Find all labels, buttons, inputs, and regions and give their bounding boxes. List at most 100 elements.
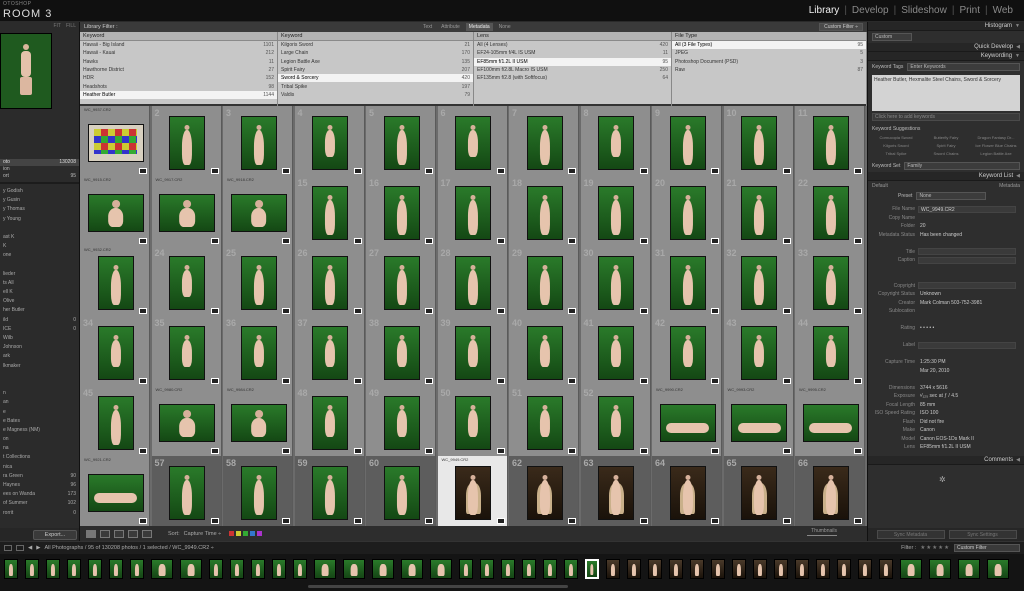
grid-cell[interactable]: 22 [795,176,865,247]
grid-cell[interactable]: 3 [223,106,293,177]
grid-cell[interactable]: WC_9980.CR2 [151,386,222,457]
grid-cell[interactable]: WC_9921.CR2 [80,456,150,527]
collection-item[interactable]: Haynes 96 [0,482,79,491]
photo-thumbnail[interactable] [169,256,206,310]
collection-item[interactable]: ast K [0,234,79,243]
filter-tab-text[interactable]: Text [420,23,435,31]
grid-cell[interactable]: 49 [366,386,436,457]
filmstrip-thumbnail[interactable] [314,559,336,579]
export-button[interactable]: Export... [33,529,77,540]
filmstrip-thumbnail[interactable] [459,559,473,579]
grid-cell[interactable]: 24 [151,246,222,317]
collection-item[interactable]: an [0,399,79,408]
grid-cell[interactable]: 9 [652,106,722,177]
photo-thumbnail[interactable] [169,466,206,520]
grid-cell[interactable]: WC_9984.CR2 [223,386,293,457]
filmstrip-thumbnail[interactable] [272,559,286,579]
photo-thumbnail[interactable] [526,256,563,310]
photo-thumbnail[interactable] [87,124,144,162]
filter-row[interactable]: Spirit Fairy 207 [278,66,473,74]
filter-row[interactable]: Hawks 11 [80,58,277,66]
collection-item[interactable]: Wilb [0,335,79,344]
keyword-suggestion[interactable]: Dragon Fantasy Dr... [972,135,1020,140]
filmstrip-thumbnail[interactable] [543,559,557,579]
photo-thumbnail[interactable] [383,466,420,520]
photo-thumbnail[interactable] [598,116,635,170]
collection-item[interactable]: ell K [0,289,79,298]
filter-row[interactable]: Headshots 98 [80,82,277,90]
grid-cell[interactable]: 63 [580,456,651,527]
photo-thumbnail[interactable] [312,326,349,380]
color-label-swatch[interactable] [229,531,235,536]
filter-row[interactable]: All (3 File Types) 95 [672,41,866,50]
filter-row[interactable]: JPEG 5 [672,49,866,57]
collection-item[interactable]: ra Green 90 [0,473,79,482]
photo-thumbnail[interactable] [598,396,635,450]
grid-cell[interactable]: 7 [509,106,579,177]
photo-thumbnail[interactable] [526,116,563,170]
photo-thumbnail[interactable] [87,194,144,232]
grid-cell[interactable]: 65 [723,456,794,527]
filter-row[interactable]: Legion Battle Axe 135 [278,58,473,66]
collection-item[interactable]: ees on Wanda 173 [0,491,79,500]
keyword-suggestion[interactable]: Spirit Fairy [922,143,970,148]
collection-item[interactable]: e Magness (NM) [0,427,79,436]
color-label-swatch[interactable] [257,531,263,536]
photo-thumbnail[interactable] [383,326,420,380]
grid-cell[interactable]: 45 [80,386,150,457]
keyword-suggestion[interactable]: Butterfly Fairy [922,135,970,140]
loupe-view-icon[interactable] [100,529,110,538]
filmstrip-thumbnail[interactable] [209,559,223,579]
grid-cell[interactable]: 57 [151,456,222,527]
filmstrip-thumbnail[interactable] [230,559,244,579]
rating-filter[interactable]: ★★★★★ [920,545,950,551]
filmstrip-thumbnail[interactable] [151,559,173,579]
photo-thumbnail[interactable] [669,186,706,240]
collection-item[interactable]: of Summer 102 [0,500,79,509]
photo-thumbnail[interactable] [812,256,849,310]
filmstrip-thumbnail[interactable] [837,559,851,579]
photo-thumbnail[interactable] [812,466,849,520]
grid-cell[interactable]: WC_9949.CR2 [437,456,508,527]
sort-select[interactable]: Capture Time ÷ [184,531,222,537]
filmstrip-thumbnail[interactable] [430,559,452,579]
photo-thumbnail[interactable] [312,116,349,170]
filmstrip-thumbnail[interactable] [987,559,1009,579]
collection-item[interactable]: y Godish [0,188,79,197]
filter-row[interactable]: HDR 152 [80,74,277,82]
filmstrip-thumbnail[interactable] [480,559,494,579]
metadata-value[interactable] [918,256,1016,264]
grid-cell[interactable]: 18 [509,176,579,247]
grid-cell[interactable]: 4 [294,106,365,177]
filmstrip-thumbnail[interactable] [343,559,365,579]
grid-cell[interactable]: 30 [580,246,651,317]
keyword-set-select[interactable]: Family [904,162,1020,170]
filmstrip-thumbnail[interactable] [293,559,307,579]
metadata-value[interactable] [918,341,1016,349]
grid-cell[interactable]: 27 [366,246,436,317]
photo-thumbnail[interactable] [87,474,144,512]
grid-cell[interactable]: 8 [580,106,651,177]
photo-thumbnail[interactable] [312,186,349,240]
filter-row[interactable]: Hawaii - Kauai 212 [80,49,277,57]
photo-thumbnail[interactable] [669,466,706,520]
filmstrip-thumbnail[interactable] [816,559,830,579]
photo-thumbnail[interactable] [383,116,420,170]
photo-thumbnail[interactable] [312,466,349,520]
filmstrip-thumbnail[interactable] [46,559,60,579]
filmstrip-thumbnail[interactable] [669,559,683,579]
filmstrip-thumbnail[interactable] [606,559,620,579]
comments-header[interactable]: Comments ◀ [868,455,1024,465]
catalog-item[interactable]: ort 95 [0,173,79,180]
keyword-tags-select[interactable]: Enter Keywords [907,63,1020,71]
filter-tab-metadata[interactable]: Metadata [465,23,493,31]
grid-cell[interactable]: 33 [795,246,865,317]
filter-row[interactable]: Sword & Sorcery 420 [278,74,473,83]
back-arrow-icon[interactable]: ◀ [28,545,32,551]
metadata-preset-select[interactable]: None [916,192,987,200]
quick-develop-preset-select[interactable]: Custom [872,33,912,41]
filmstrip-thumbnail[interactable] [795,559,809,579]
navigator-fit[interactable]: FIT [53,23,61,30]
filter-row[interactable]: Heather Butler 1144 [80,90,277,100]
photo-thumbnail[interactable] [455,116,492,170]
